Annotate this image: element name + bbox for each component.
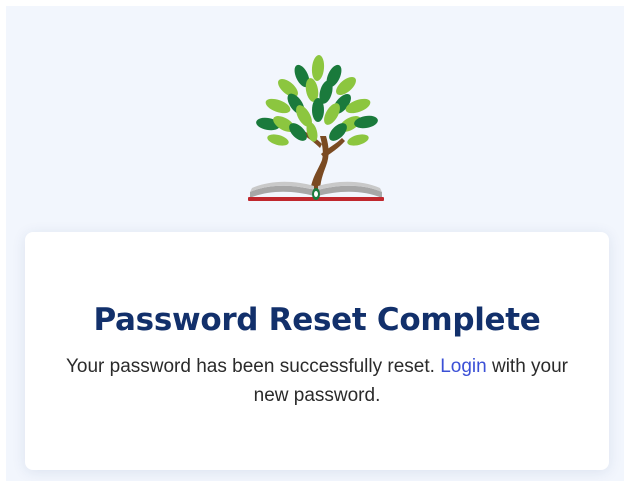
reset-message: Your password has been successfully rese… [61, 352, 573, 410]
tree-book-logo [238, 52, 394, 206]
reset-complete-card: Password Reset Complete Your password ha… [25, 232, 609, 470]
page-background: Password Reset Complete Your password ha… [6, 6, 624, 481]
message-text-before: Your password has been successfully rese… [65, 356, 441, 377]
login-link[interactable]: Login [440, 356, 487, 377]
tree-book-logo-graphic [248, 55, 384, 201]
page-title: Password Reset Complete [93, 302, 541, 338]
